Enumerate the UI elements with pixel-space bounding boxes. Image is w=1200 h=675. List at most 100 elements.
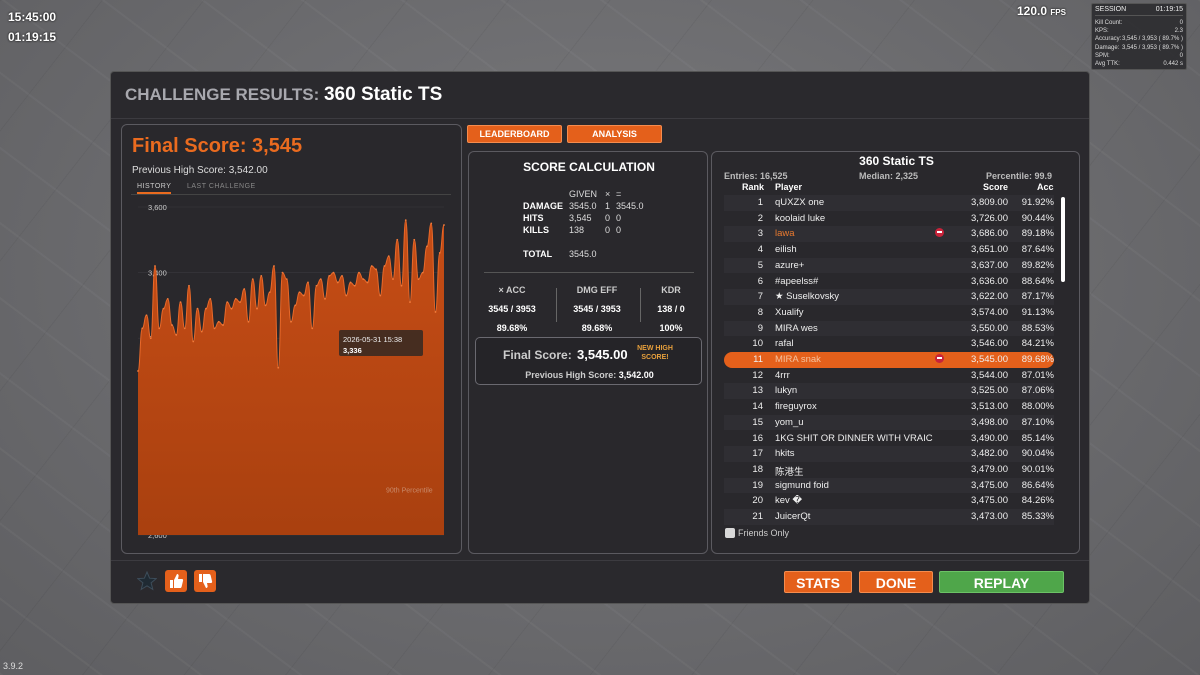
history-point[interactable] <box>179 301 182 304</box>
leaderboard-scrollbar[interactable] <box>1061 197 1065 282</box>
thumbs-up-icon[interactable] <box>165 570 187 592</box>
history-point[interactable] <box>362 278 365 281</box>
history-point[interactable] <box>324 297 326 300</box>
history-point[interactable] <box>319 278 322 281</box>
history-point[interactable] <box>205 307 207 310</box>
history-point[interactable] <box>345 294 348 297</box>
history-point[interactable] <box>260 274 263 277</box>
leaderboard-row[interactable]: 10 rafal 3,546.00 84.21% <box>724 336 1054 352</box>
history-point[interactable] <box>243 288 246 290</box>
leaderboard-row[interactable]: 19 sigmund foid 3,475.00 86.64% <box>724 477 1054 494</box>
history-point[interactable] <box>383 265 386 267</box>
history-point[interactable] <box>200 330 203 333</box>
history-point[interactable] <box>141 327 144 330</box>
history-point[interactable] <box>137 370 139 372</box>
leaderboard-row[interactable]: 6 #apeelss# 3,636.00 88.64% <box>724 274 1054 290</box>
history-point[interactable] <box>409 301 411 304</box>
leaderboard-row[interactable]: 5 azure+ 3,637.00 89.82% <box>724 257 1054 274</box>
history-point[interactable] <box>387 255 390 258</box>
history-point[interactable] <box>166 297 169 300</box>
history-point[interactable] <box>413 238 416 241</box>
thumbs-down-icon[interactable] <box>194 570 216 592</box>
history-point[interactable] <box>230 307 233 310</box>
history-point[interactable] <box>171 324 173 326</box>
leaderboard-row[interactable]: 20 kev � 3,475.00 84.26% <box>724 493 1054 509</box>
tab-leaderboard[interactable]: LEADERBOARD <box>467 125 562 143</box>
history-point[interactable] <box>328 274 331 277</box>
leaderboard-row[interactable]: 1 qUXZX one 3,809.00 91.92% <box>724 195 1054 211</box>
history-point[interactable] <box>273 265 275 267</box>
history-point[interactable] <box>209 297 212 300</box>
history-point[interactable] <box>404 219 407 222</box>
history-point[interactable] <box>277 366 280 369</box>
history-point[interactable] <box>430 222 433 225</box>
favorite-star-icon[interactable] <box>136 570 158 592</box>
history-point[interactable] <box>285 278 288 281</box>
history-point[interactable] <box>396 238 399 241</box>
history-point[interactable] <box>375 268 377 271</box>
history-point[interactable] <box>222 324 224 326</box>
history-point[interactable] <box>247 320 250 323</box>
history-point[interactable] <box>400 284 403 287</box>
leaderboard-row[interactable]: 7 ★ Suselkovsky 3,622.00 87.17% <box>724 289 1054 305</box>
history-point[interactable] <box>188 284 190 287</box>
history-point[interactable] <box>426 245 428 248</box>
leaderboard-row[interactable]: 17 hkits 3,482.00 90.04% <box>724 446 1054 462</box>
history-point[interactable] <box>417 278 420 281</box>
leaderboard-row[interactable]: 13 lukyn 3,525.00 87.06% <box>724 383 1054 400</box>
leaderboard-row[interactable]: 12 4rrr 3,544.00 87.01% <box>724 368 1054 384</box>
history-point[interactable] <box>302 294 305 297</box>
history-point[interactable] <box>217 320 220 323</box>
history-point[interactable] <box>256 307 258 310</box>
history-point[interactable] <box>341 274 343 277</box>
history-point[interactable] <box>307 281 309 284</box>
history-point[interactable] <box>315 284 318 287</box>
history-point[interactable] <box>379 294 382 297</box>
history-point[interactable] <box>183 327 186 330</box>
history-point[interactable] <box>366 281 369 284</box>
history-point[interactable] <box>175 334 178 336</box>
history-point[interactable] <box>154 265 156 267</box>
history-point[interactable] <box>281 271 284 274</box>
history-point[interactable] <box>226 301 229 304</box>
history-point[interactable] <box>268 291 271 294</box>
leaderboard-row[interactable]: 3 lawa 3,686.00 89.18% <box>724 226 1054 243</box>
history-point[interactable] <box>162 307 165 310</box>
history-point[interactable] <box>158 327 161 330</box>
leaderboard-row[interactable]: 8 Xualify 3,574.00 91.13% <box>724 305 1054 321</box>
stats-button[interactable]: STATS <box>784 571 852 593</box>
history-point[interactable] <box>251 278 254 281</box>
history-point[interactable] <box>192 340 195 343</box>
friends-only-checkbox[interactable] <box>725 528 735 538</box>
tab-last-challenge[interactable]: LAST CHALLENGE <box>187 183 256 190</box>
leaderboard-row[interactable]: 21 JuicerQt 3,473.00 85.33% <box>724 509 1054 525</box>
history-point[interactable] <box>438 252 441 254</box>
history-point[interactable] <box>213 327 216 330</box>
history-point[interactable] <box>196 307 199 310</box>
leaderboard-row[interactable]: 4 eilish 3,651.00 87.64% <box>724 242 1054 258</box>
leaderboard-row[interactable]: 11 MIRA snak 3,545.00 89.68% <box>724 352 1054 368</box>
history-point[interactable] <box>336 281 339 284</box>
history-point[interactable] <box>290 320 292 323</box>
history-point[interactable] <box>149 337 152 340</box>
tab-analysis[interactable]: ANALYSIS <box>567 125 662 143</box>
history-point[interactable] <box>392 278 394 281</box>
tab-history[interactable]: HISTORY <box>137 183 172 194</box>
replay-button[interactable]: REPLAY <box>939 571 1064 593</box>
history-point[interactable] <box>234 297 237 300</box>
history-point[interactable] <box>349 281 352 284</box>
history-point[interactable] <box>264 304 267 307</box>
leaderboard-row[interactable]: 16 1KG SHIT OR DINNER WITH VRAIC 3,490.00 8… <box>724 431 1054 447</box>
history-point[interactable] <box>145 314 148 317</box>
history-point[interactable] <box>370 265 373 267</box>
history-point[interactable] <box>298 291 301 294</box>
history-point[interactable] <box>353 284 356 287</box>
history-point[interactable] <box>443 224 445 226</box>
history-point[interactable] <box>434 311 437 313</box>
history-point[interactable] <box>332 271 335 274</box>
leaderboard-row[interactable]: 14 fireguyrox 3,513.00 88.00% <box>724 399 1054 415</box>
history-point[interactable] <box>358 271 360 274</box>
leaderboard-row[interactable]: 15 yom_u 3,498.00 87.10% <box>724 414 1054 431</box>
done-button[interactable]: DONE <box>859 571 933 593</box>
history-point[interactable] <box>421 271 424 274</box>
